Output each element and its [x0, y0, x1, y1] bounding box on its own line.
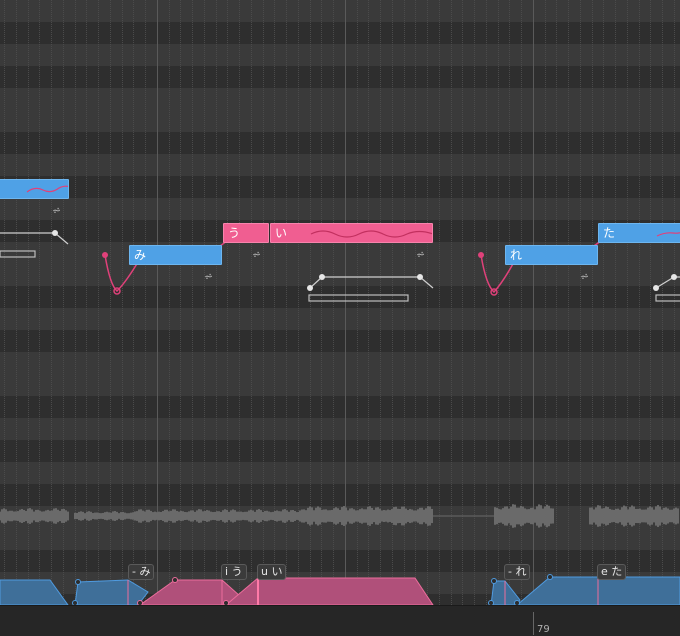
vibrato-icon[interactable]: ⩫ — [580, 271, 589, 283]
piano-roll-editor[interactable]: み う い れ た ⩫ ⩫ ⩫ ⩫ ⩫ - み i う u い - れ e た … — [0, 0, 680, 636]
vibrato-icon[interactable]: ⩫ — [416, 249, 425, 261]
note-block[interactable]: い — [270, 223, 433, 243]
note-block[interactable]: み — [129, 245, 222, 265]
note-block[interactable]: た — [598, 223, 680, 243]
phoneme-label[interactable]: - み — [128, 564, 155, 580]
audio-waveform — [0, 504, 679, 528]
note-lyric: み — [134, 248, 147, 262]
note-lyric: れ — [510, 248, 523, 262]
note-vibrato-wave — [310, 230, 432, 238]
note-vibrato-wave — [656, 232, 680, 237]
ruler-bar-mark — [533, 612, 534, 635]
phoneme-label[interactable]: - れ — [504, 564, 531, 580]
phoneme-label[interactable]: u い — [257, 564, 287, 580]
vibrato-icon[interactable]: ⩫ — [252, 249, 261, 261]
note-block[interactable] — [0, 179, 69, 199]
note-block[interactable]: れ — [505, 245, 598, 265]
note-block[interactable]: う — [223, 223, 269, 243]
vibrato-icon[interactable]: ⩫ — [52, 205, 61, 217]
note-lyric: う — [228, 226, 241, 240]
piano-roll-grid[interactable]: み う い れ た ⩫ ⩫ ⩫ ⩫ ⩫ - み i う u い - れ e た — [0, 0, 680, 605]
ruler-bar-number: 79 — [537, 624, 550, 635]
vibrato-icon[interactable]: ⩫ — [204, 271, 213, 283]
automation-overlay — [0, 229, 680, 606]
phoneme-label[interactable]: i う — [221, 564, 247, 580]
phoneme-timing-track[interactable] — [0, 574, 680, 606]
timeline-ruler[interactable] — [0, 605, 680, 636]
phoneme-label[interactable]: e た — [597, 564, 627, 580]
note-vibrato-wave — [26, 185, 68, 193]
